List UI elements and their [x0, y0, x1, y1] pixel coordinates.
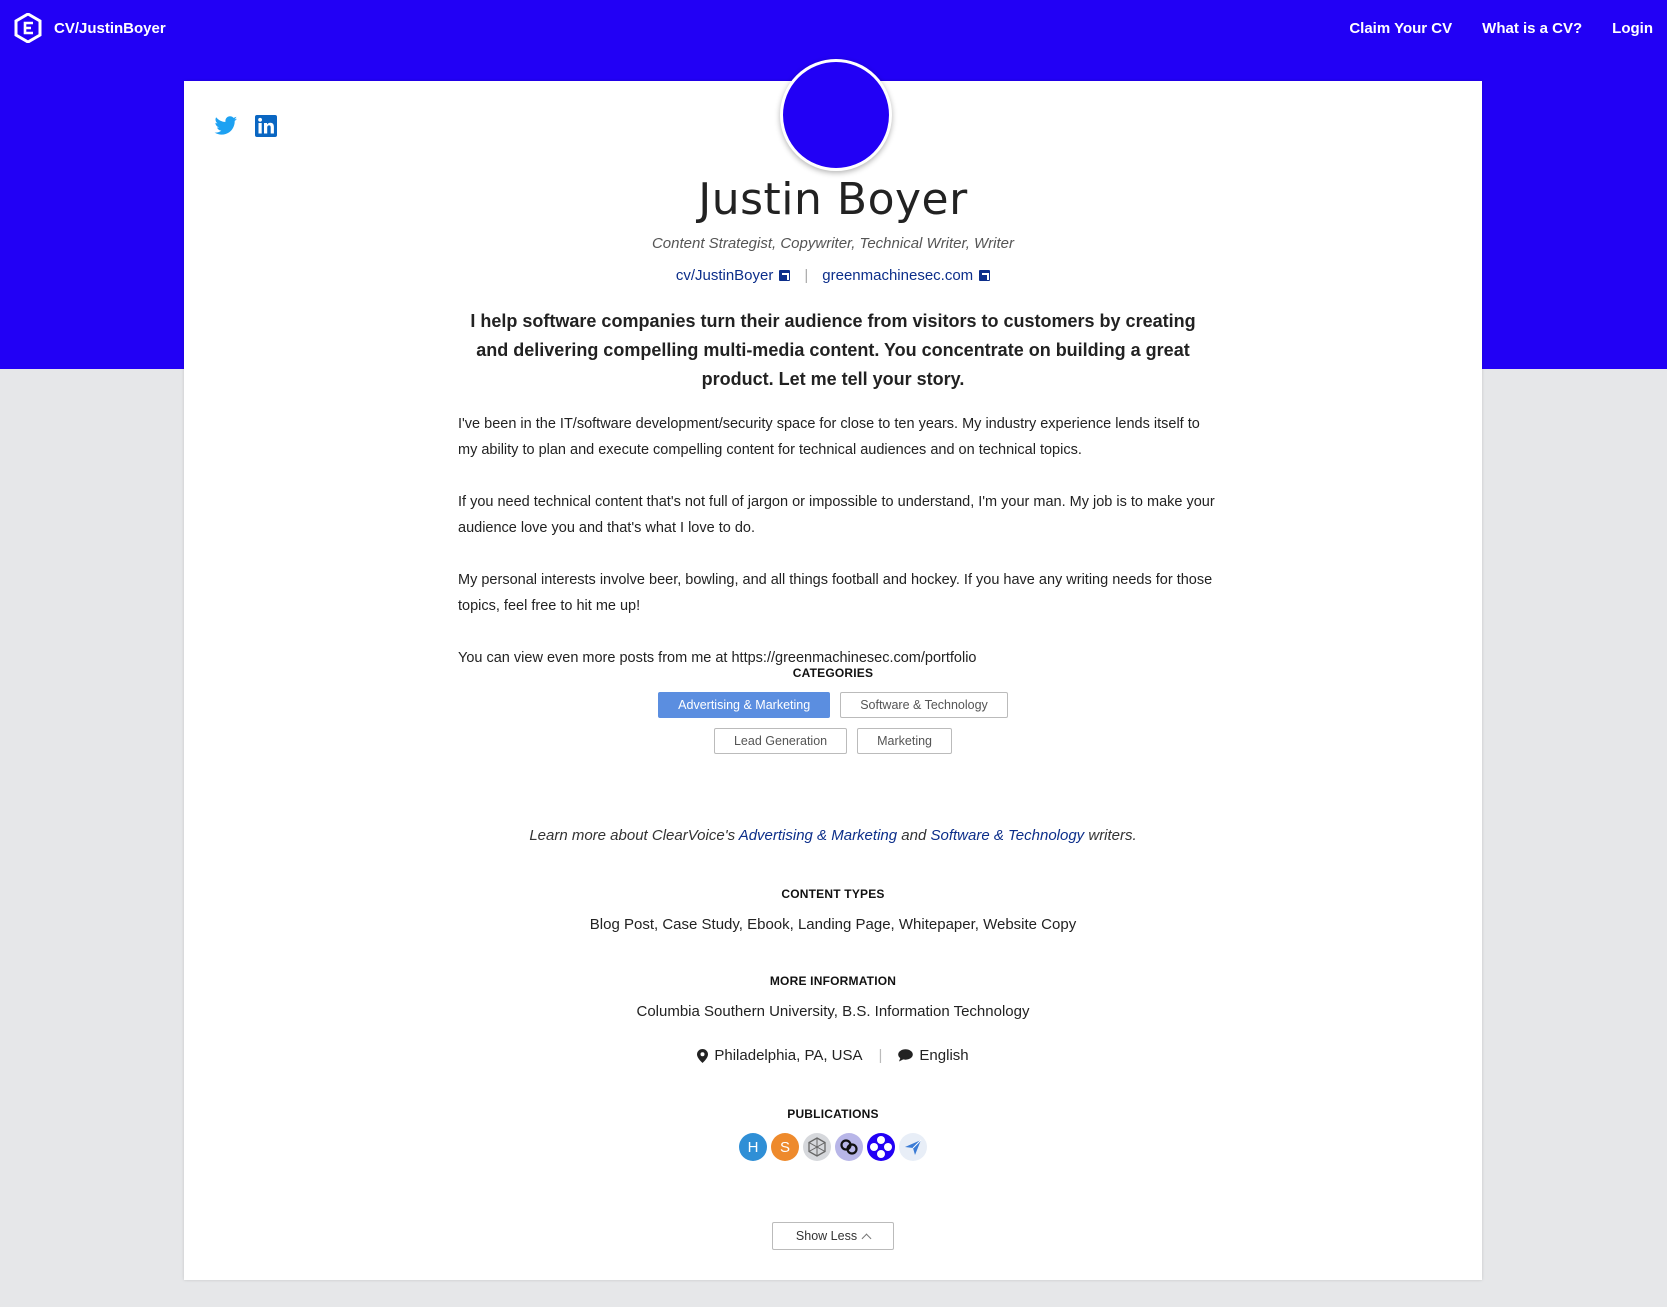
publication-paper-plane-logo[interactable] — [899, 1133, 927, 1161]
external-link-icon — [979, 270, 991, 281]
language-label: English — [919, 1047, 969, 1064]
bio-paragraph: I've been in the IT/software development… — [458, 416, 1200, 458]
nav-claim-cv[interactable]: Claim Your CV — [1349, 20, 1452, 37]
more-info-title: MORE INFORMATION — [769, 974, 897, 988]
publication-clearvoice-logo[interactable] — [867, 1133, 895, 1161]
categories-row-2: Lead Generation Marketing — [184, 728, 1482, 754]
profile-roles: Content Strategist, Copywriter, Technica… — [651, 235, 1015, 252]
star-logo-icon — [870, 1136, 892, 1158]
categories-row-1: Advertising & Marketing Software & Techn… — [184, 692, 1482, 718]
cv-link[interactable]: cv/JustinBoyer — [676, 267, 791, 284]
bio-paragraph: My personal interests involve beer, bowl… — [458, 572, 1213, 614]
nav-what-is-cv[interactable]: What is a CV? — [1482, 20, 1582, 37]
geometric-logo-icon — [808, 1137, 826, 1157]
cv-link-label: cv/JustinBoyer — [675, 267, 774, 284]
avatar — [780, 59, 892, 171]
profile-bio: I've been in the IT/software development… — [458, 411, 1218, 697]
linkedin-icon[interactable] — [254, 114, 278, 138]
learn-link-software[interactable]: Software & Technology — [930, 827, 1084, 844]
content-types-title: CONTENT TYPES — [781, 887, 885, 901]
speech-bubble-icon — [898, 1049, 914, 1062]
show-less-label: Show Less — [795, 1229, 858, 1243]
location-language-row: Philadelphia, PA, USA | English — [184, 1047, 1482, 1064]
chain-logo-icon — [840, 1139, 858, 1155]
learn-middle: and — [897, 827, 931, 844]
nav-links: Claim Your CV What is a CV? Login — [1349, 20, 1653, 37]
category-software-technology[interactable]: Software & Technology — [840, 692, 1008, 718]
location: Philadelphia, PA, USA — [697, 1047, 863, 1064]
social-links — [214, 114, 278, 138]
top-nav: CV/JustinBoyer Claim Your CV What is a C… — [0, 0, 1667, 56]
twitter-icon[interactable] — [214, 114, 238, 138]
profile-card: Justin Boyer Content Strategist, Copywri… — [184, 59, 1482, 1280]
content-types-value: Blog Post, Case Study, Ebook, Landing Pa… — [589, 916, 1077, 933]
clearvoice-logo-icon — [14, 13, 42, 43]
external-link-icon — [779, 270, 791, 281]
link-divider: | — [804, 267, 809, 284]
location-label: Philadelphia, PA, USA — [714, 1047, 863, 1064]
brand[interactable]: CV/JustinBoyer — [14, 13, 166, 43]
show-less-button[interactable]: Show Less — [772, 1222, 894, 1250]
learn-more: Learn more about ClearVoice's Advertisin… — [184, 827, 1482, 844]
language: English — [898, 1047, 969, 1064]
website-link-label: greenmachinesec.com — [822, 267, 974, 284]
map-pin-icon — [697, 1048, 709, 1063]
paper-plane-icon — [905, 1139, 922, 1155]
publication-h[interactable]: H — [739, 1133, 767, 1161]
category-lead-generation[interactable]: Lead Generation — [713, 728, 848, 754]
profile-name: Justin Boyer — [698, 174, 968, 225]
publication-link-logo[interactable] — [835, 1133, 863, 1161]
chevron-up-icon — [861, 1233, 872, 1243]
meta-divider: | — [878, 1047, 883, 1064]
publication-s[interactable]: S — [771, 1133, 799, 1161]
brand-title: CV/JustinBoyer — [54, 19, 166, 37]
learn-link-advertising[interactable]: Advertising & Marketing — [739, 827, 897, 844]
education: Columbia Southern University, B.S. Infor… — [636, 1003, 1030, 1020]
publications-list: H S — [184, 1133, 1482, 1161]
learn-suffix: writers. — [1084, 827, 1137, 844]
publication-geometric-logo[interactable] — [803, 1133, 831, 1161]
nav-login[interactable]: Login — [1612, 20, 1653, 37]
bio-paragraph: If you need technical content that's not… — [458, 494, 1215, 536]
category-marketing[interactable]: Marketing — [857, 728, 953, 754]
publications-title: PUBLICATIONS — [787, 1107, 879, 1121]
categories-title: CATEGORIES — [792, 666, 874, 680]
category-advertising-marketing[interactable]: Advertising & Marketing — [658, 692, 831, 718]
profile-links: cv/JustinBoyer | greenmachinesec.com — [184, 267, 1482, 284]
website-link[interactable]: greenmachinesec.com — [822, 267, 991, 284]
learn-prefix: Learn more about ClearVoice's — [529, 827, 739, 844]
profile-tagline: I help software companies turn their aud… — [470, 311, 1196, 389]
